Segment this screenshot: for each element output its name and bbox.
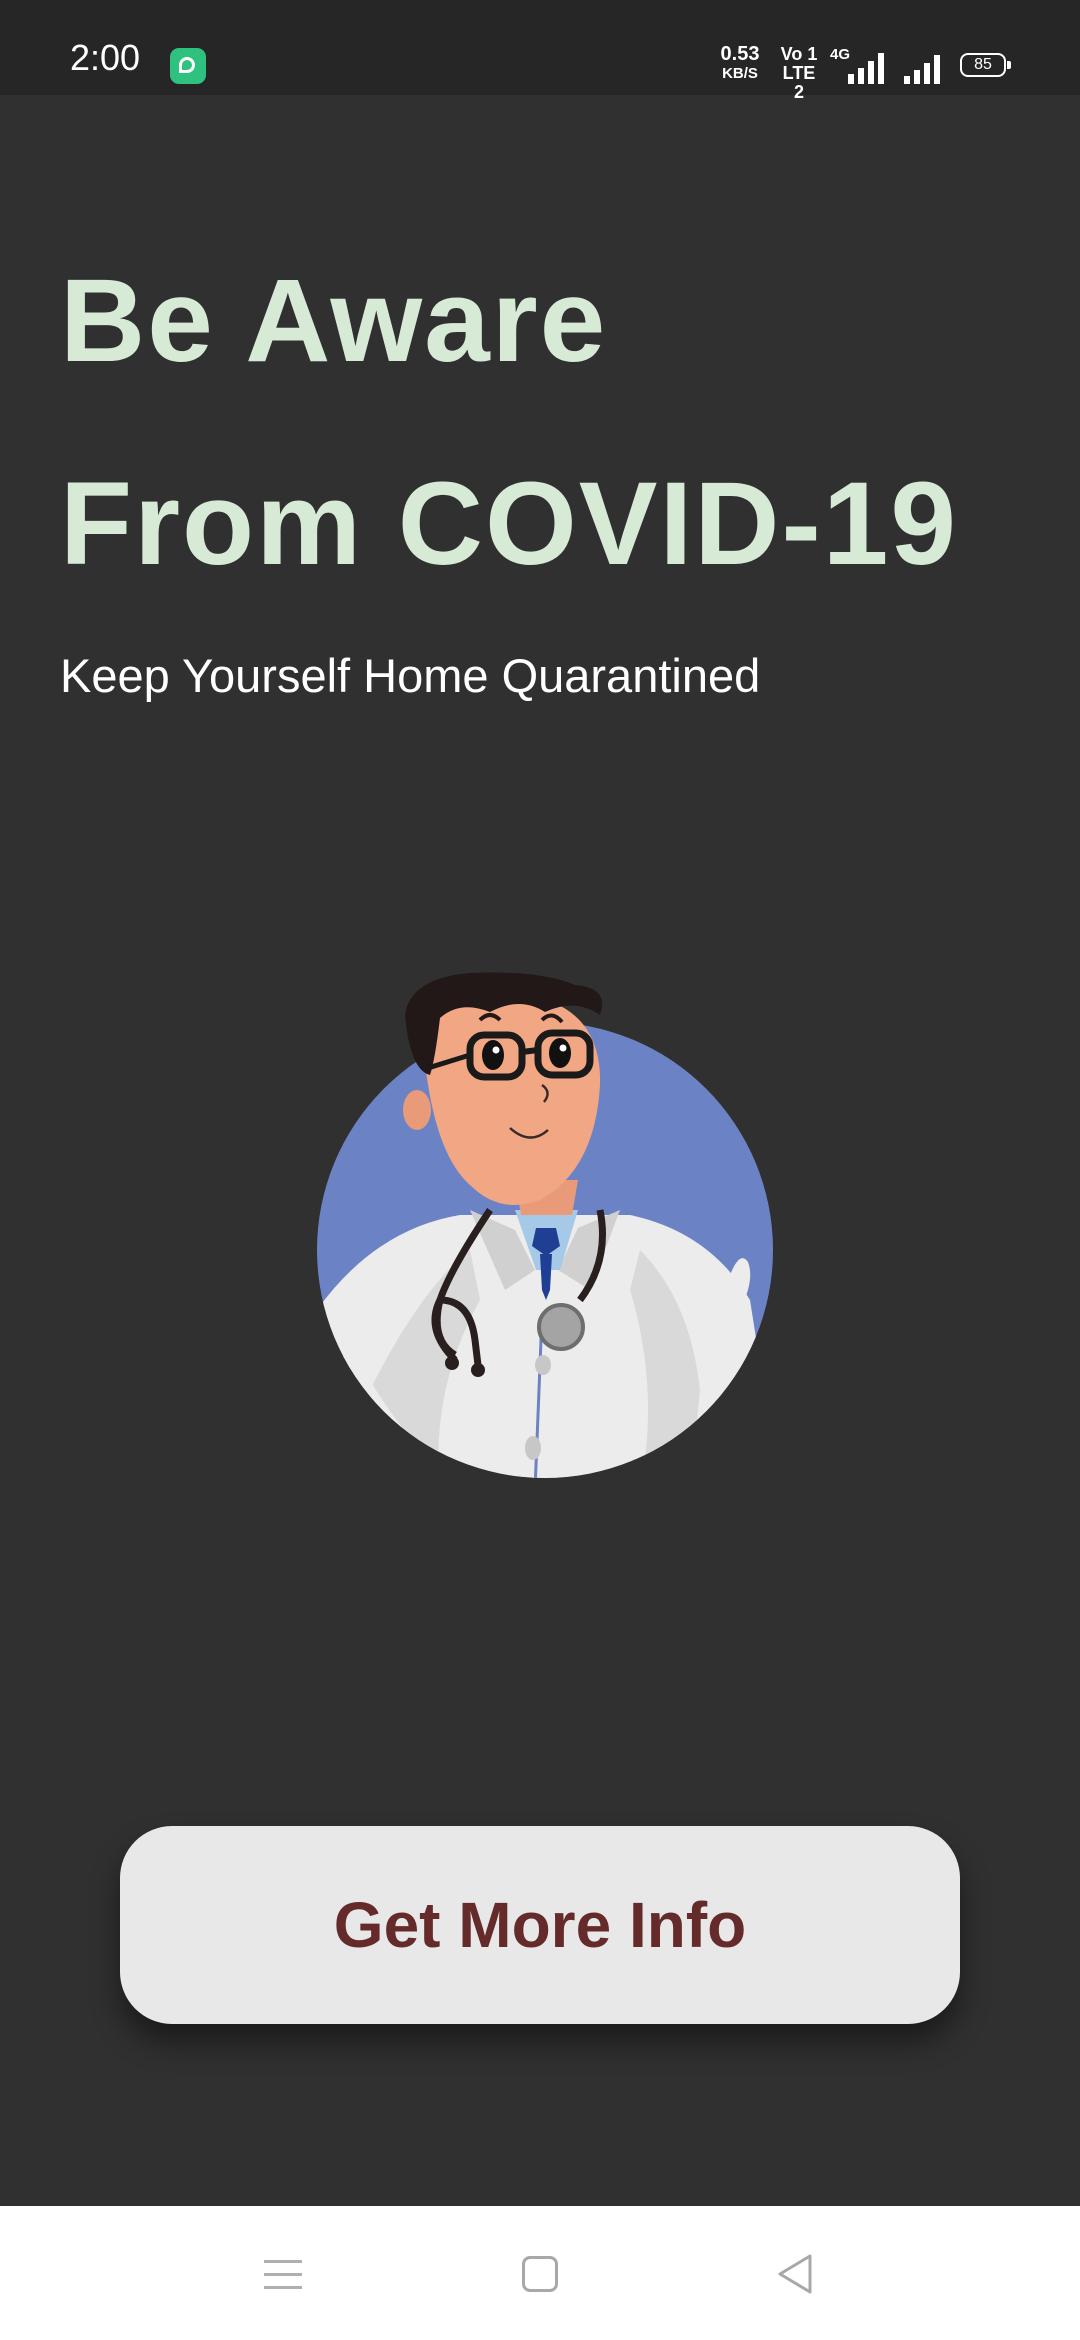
get-more-info-button[interactable]: Get More Info	[120, 1826, 960, 2024]
status-bar: 2:00 0.53 KB/S Vo 1 LTE 2 4G 85	[0, 0, 1080, 102]
volte-top-label: Vo 1	[780, 44, 818, 64]
chat-notification-icon	[170, 48, 206, 84]
volte-bottom-label: LTE 2	[782, 63, 816, 102]
battery-level: 85	[974, 56, 992, 73]
signal-strength-icon	[902, 48, 946, 84]
signal-4g-icon: 4G	[830, 46, 890, 84]
headline-line-2: From COVID-19	[60, 458, 959, 590]
home-square-icon[interactable]	[522, 2256, 558, 2292]
network-speed-unit: KB/S	[722, 65, 758, 82]
network-type-label: 4G	[830, 46, 851, 63]
menu-icon[interactable]	[264, 2260, 302, 2290]
status-time: 2:00	[70, 37, 141, 78]
back-triangle-icon[interactable]	[774, 2252, 814, 2296]
volte-indicator: Vo 1 LTE 2	[776, 45, 822, 102]
headline-line-1: Be Aware	[60, 255, 608, 387]
battery-icon: 85	[960, 53, 1011, 77]
navigation-bar	[0, 2206, 1080, 2340]
network-speed: 0.53 KB/S	[715, 43, 765, 83]
subtitle: Keep Yourself Home Quarantined	[60, 649, 761, 702]
doctor-illustration	[317, 972, 773, 1478]
network-speed-value: 0.53	[720, 43, 760, 65]
